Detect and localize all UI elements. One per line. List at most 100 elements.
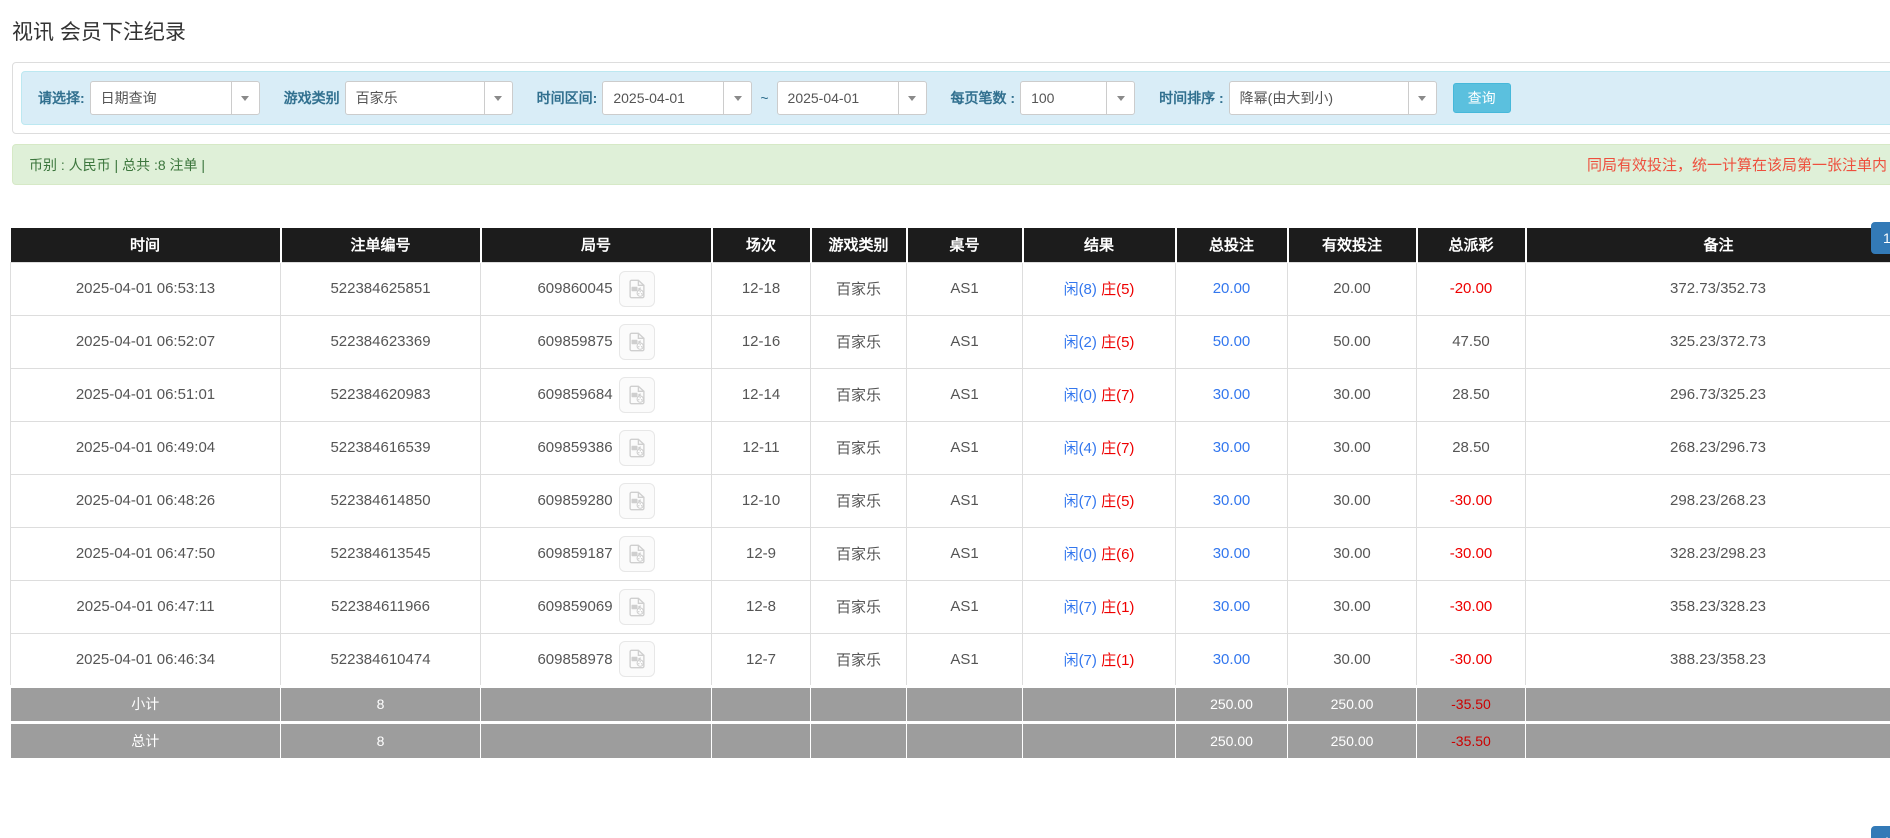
cell-total-bet[interactable]: 30.00 bbox=[1175, 526, 1288, 581]
cell-game-type: 百家乐 bbox=[810, 473, 907, 528]
video-replay-file-icon[interactable] bbox=[618, 270, 655, 307]
game-type-select[interactable]: 百家乐 bbox=[344, 81, 513, 115]
cell-payout: -30.00 bbox=[1416, 632, 1526, 687]
cell-total-bet[interactable]: 30.00 bbox=[1175, 473, 1288, 528]
cell-valid-bet: 30.00 bbox=[1287, 367, 1417, 422]
cell-time: 2025-04-01 06:47:50 bbox=[10, 526, 281, 581]
pagination-page-1-top[interactable]: 1 bbox=[1871, 222, 1890, 254]
cell-table-no: AS1 bbox=[906, 367, 1023, 422]
chevron-down-icon[interactable] bbox=[897, 82, 926, 114]
total-label: 总计 bbox=[10, 720, 281, 758]
chevron-down-icon[interactable] bbox=[1106, 82, 1134, 114]
video-replay-file-icon[interactable] bbox=[618, 376, 655, 413]
summary-currency-count: 币别 : 人民币 | 总共 :8 注单 | bbox=[29, 156, 206, 173]
summary-bar: 币别 : 人民币 | 总共 :8 注单 | 同局有效投注，统一计算在该局第一张注… bbox=[12, 144, 1890, 185]
page-size-value: 100 bbox=[1031, 90, 1055, 106]
cell-session: 12-14 bbox=[711, 367, 811, 422]
cell-bet-id: 522384610474 bbox=[280, 632, 481, 687]
total-total-bet: 250.00 bbox=[1175, 720, 1288, 758]
cell-round-id: 609859386 bbox=[480, 420, 712, 475]
result-banker: 庄(7) bbox=[1101, 387, 1135, 404]
col-header-time: 时间 bbox=[10, 228, 281, 262]
time-range-group: 时间区间: 2025-04-01 ~ 2025-04-01 bbox=[537, 81, 927, 115]
cell-game-type: 百家乐 bbox=[810, 261, 907, 316]
cell-total-bet[interactable]: 30.00 bbox=[1175, 579, 1288, 634]
video-replay-file-icon[interactable] bbox=[618, 429, 655, 466]
cell-remark: 296.73/325.23 bbox=[1525, 367, 1890, 422]
filter-toolbar: 请选择: 日期查询 游戏类别 百家乐 时间区间: 2025-04-01 ~ 20… bbox=[21, 71, 1890, 125]
cell-table-no: AS1 bbox=[906, 526, 1023, 581]
table-row: 2025-04-01 06:49:04 522384616539 6098593… bbox=[10, 420, 1890, 475]
cell-total-bet[interactable]: 30.00 bbox=[1175, 420, 1288, 475]
cell-time: 2025-04-01 06:51:01 bbox=[10, 367, 281, 422]
video-replay-file-icon[interactable] bbox=[618, 641, 655, 677]
table-row: 2025-04-01 06:51:01 522384620983 6098596… bbox=[10, 367, 1890, 422]
cell-valid-bet: 30.00 bbox=[1287, 420, 1417, 475]
sort-group: 时间排序 : 降幂(由大到小) bbox=[1159, 81, 1437, 115]
cell-round-id: 609858978 bbox=[480, 632, 712, 687]
cell-session: 12-9 bbox=[711, 526, 811, 581]
game-type-value: 百家乐 bbox=[355, 90, 398, 106]
chevron-down-icon[interactable] bbox=[1407, 82, 1436, 114]
result-player: 闲(4) bbox=[1063, 440, 1097, 457]
date-from-input[interactable]: 2025-04-01 bbox=[602, 81, 753, 115]
cell-session: 12-16 bbox=[711, 314, 811, 369]
query-type-select[interactable]: 日期查询 bbox=[89, 81, 260, 115]
col-header-round-id: 局号 bbox=[479, 228, 712, 262]
cell-result: 闲(4) 庄(7) bbox=[1022, 420, 1176, 475]
video-replay-file-icon[interactable] bbox=[618, 323, 655, 360]
date-range-separator: ~ bbox=[760, 90, 769, 106]
cell-time: 2025-04-01 06:49:04 bbox=[10, 420, 281, 475]
video-replay-file-icon[interactable] bbox=[618, 588, 655, 625]
cell-table-no: AS1 bbox=[906, 420, 1023, 475]
cell-remark: 328.23/298.23 bbox=[1525, 526, 1890, 581]
cell-table-no: AS1 bbox=[906, 473, 1023, 528]
subtotal-row: 小计 8 250.00 250.00 -35.50 bbox=[10, 684, 1890, 722]
cell-remark: 388.23/358.23 bbox=[1525, 632, 1890, 687]
pagination-page-1-bottom[interactable]: 1 bbox=[1871, 826, 1890, 838]
col-header-bet-id: 注单编号 bbox=[279, 228, 481, 262]
cell-payout: -30.00 bbox=[1416, 526, 1526, 581]
cell-game-type: 百家乐 bbox=[810, 632, 907, 687]
cell-total-bet[interactable]: 30.00 bbox=[1175, 632, 1288, 687]
video-replay-file-icon[interactable] bbox=[618, 535, 655, 572]
cell-result: 闲(0) 庄(7) bbox=[1022, 367, 1176, 422]
cell-payout: -30.00 bbox=[1416, 579, 1526, 634]
cell-total-bet[interactable]: 20.00 bbox=[1175, 261, 1288, 316]
filter-panel: 请选择: 日期查询 游戏类别 百家乐 时间区间: 2025-04-01 ~ 20… bbox=[12, 62, 1890, 134]
page-size-select[interactable]: 100 bbox=[1020, 81, 1136, 115]
chevron-down-icon[interactable] bbox=[230, 82, 259, 114]
result-player: 闲(0) bbox=[1063, 546, 1097, 563]
cell-total-bet[interactable]: 30.00 bbox=[1175, 367, 1288, 422]
cell-time: 2025-04-01 06:52:07 bbox=[10, 314, 281, 369]
sort-value: 降幂(由大到小) bbox=[1239, 90, 1333, 106]
cell-bet-id: 522384611966 bbox=[280, 579, 481, 634]
subtotal-valid-bet: 250.00 bbox=[1287, 684, 1417, 722]
cell-total-bet[interactable]: 50.00 bbox=[1175, 314, 1288, 369]
date-to-input[interactable]: 2025-04-01 bbox=[776, 81, 927, 115]
cell-valid-bet: 30.00 bbox=[1287, 473, 1417, 528]
result-player: 闲(2) bbox=[1063, 334, 1097, 351]
search-button[interactable]: 查询 bbox=[1452, 83, 1511, 113]
chevron-down-icon[interactable] bbox=[723, 82, 751, 114]
total-row: 总计 8 250.00 250.00 -35.50 bbox=[10, 720, 1890, 758]
chevron-down-icon[interactable] bbox=[483, 82, 512, 114]
round-id-value: 609859684 bbox=[537, 386, 613, 403]
result-banker: 庄(5) bbox=[1101, 334, 1135, 351]
cell-table-no: AS1 bbox=[906, 632, 1023, 687]
cell-session: 12-18 bbox=[711, 261, 811, 316]
date-to-value: 2025-04-01 bbox=[787, 90, 860, 106]
subtotal-count: 8 bbox=[280, 684, 481, 722]
round-id-value: 609860045 bbox=[537, 280, 613, 297]
table-footer: 小计 8 250.00 250.00 -35.50 总计 8 250.00 25… bbox=[10, 684, 1890, 758]
cell-session: 12-7 bbox=[711, 632, 811, 687]
cell-valid-bet: 30.00 bbox=[1287, 632, 1417, 687]
sort-select[interactable]: 降幂(由大到小) bbox=[1228, 81, 1437, 115]
result-banker: 庄(1) bbox=[1101, 599, 1135, 616]
col-header-game-type: 游戏类别 bbox=[809, 228, 907, 262]
video-replay-file-icon[interactable] bbox=[618, 482, 655, 519]
summary-note: 同局有效投注，统一计算在该局第一张注单内 bbox=[1586, 157, 1887, 174]
cell-result: 闲(8) 庄(5) bbox=[1022, 261, 1176, 316]
round-id-value: 609859386 bbox=[537, 439, 613, 456]
date-from-value: 2025-04-01 bbox=[613, 90, 685, 106]
